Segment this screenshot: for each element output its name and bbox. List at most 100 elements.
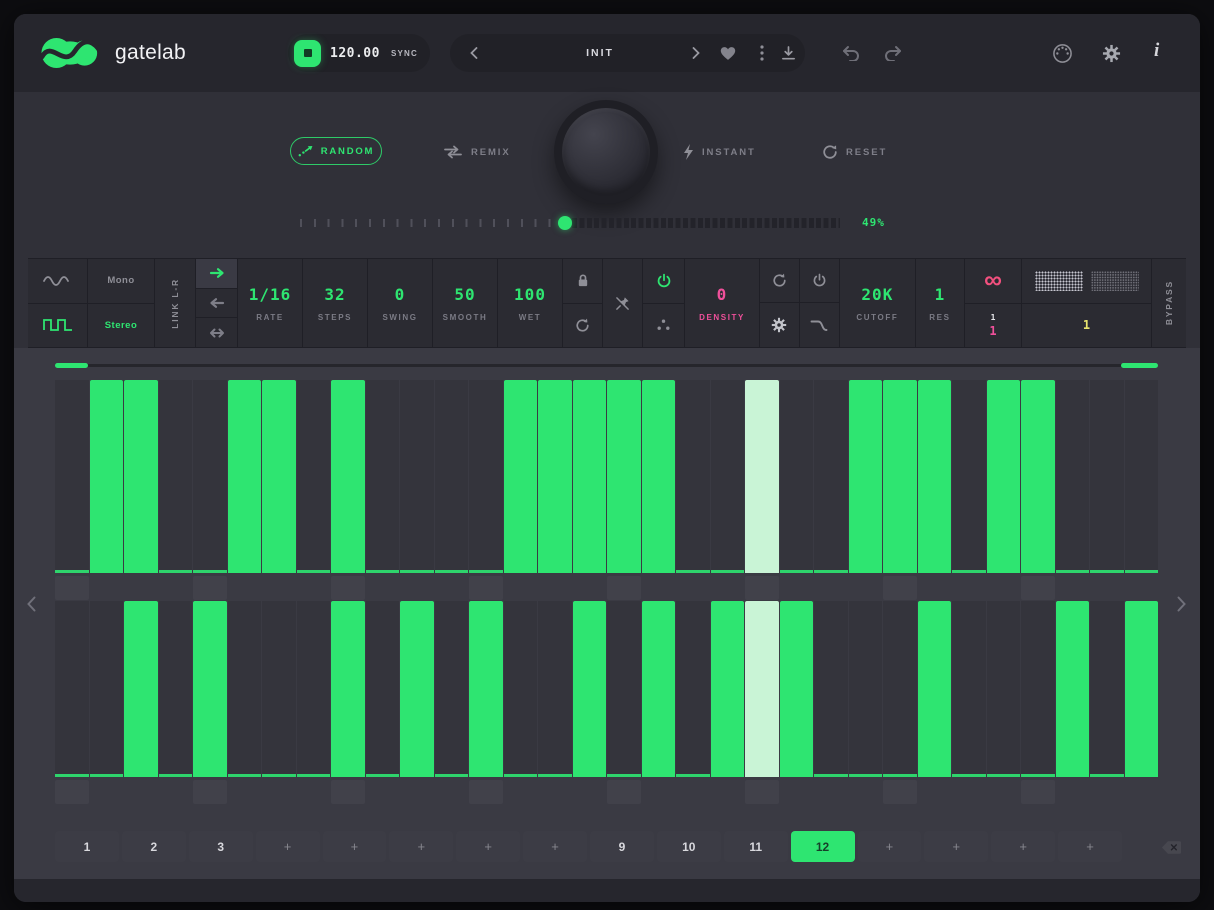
step-left-16[interactable] xyxy=(573,380,607,573)
preset-next-button[interactable] xyxy=(686,43,706,63)
preset-prev-button[interactable] xyxy=(464,43,484,63)
page-left-button[interactable] xyxy=(24,594,38,614)
beat-marker[interactable] xyxy=(55,780,89,804)
pattern-button-12[interactable]: 12 xyxy=(791,831,855,862)
pattern-button-16[interactable]: + xyxy=(1058,831,1122,862)
remix-mode-button[interactable]: REMIX xyxy=(443,143,511,161)
step-right-5[interactable] xyxy=(193,601,227,777)
beat-marker[interactable] xyxy=(469,576,503,600)
step-right-29[interactable] xyxy=(1021,601,1055,777)
play-stop-button[interactable] xyxy=(294,40,321,67)
step-right-11[interactable] xyxy=(400,601,434,777)
step-right-31[interactable] xyxy=(1090,601,1124,777)
step-left-4[interactable] xyxy=(159,380,193,573)
step-left-8[interactable] xyxy=(297,380,331,573)
beat-marker[interactable] xyxy=(607,576,641,600)
preset-name[interactable]: INIT xyxy=(510,34,690,72)
step-left-30[interactable] xyxy=(1056,380,1090,573)
pattern-button-7[interactable]: + xyxy=(456,831,520,862)
euclid-value-control[interactable]: 1 1 xyxy=(965,303,1021,348)
pattern-button-10[interactable]: 10 xyxy=(657,831,721,862)
step-left-29[interactable] xyxy=(1021,380,1055,573)
direction-forward-button[interactable] xyxy=(196,259,237,288)
step-left-2[interactable] xyxy=(90,380,124,573)
step-right-7[interactable] xyxy=(262,601,296,777)
save-preset-button[interactable] xyxy=(778,43,798,63)
step-right-13[interactable] xyxy=(469,601,503,777)
step-right-6[interactable] xyxy=(228,601,262,777)
step-right-14[interactable] xyxy=(504,601,538,777)
beat-marker[interactable] xyxy=(607,780,641,804)
noise-value-control[interactable]: 1 xyxy=(1022,303,1151,348)
mono-button[interactable]: Mono xyxy=(88,259,154,303)
trigger-cell[interactable] xyxy=(603,259,643,347)
density-power-button[interactable] xyxy=(643,259,684,303)
trigger-off-button[interactable] xyxy=(603,259,642,347)
smooth-cell[interactable]: 50 SMOOTH xyxy=(433,259,498,347)
sync-toggle[interactable]: SYNC xyxy=(391,49,418,58)
pattern-button-9[interactable]: 9 xyxy=(590,831,654,862)
pattern-button-8[interactable]: + xyxy=(523,831,587,862)
infinity-button[interactable]: ∞ xyxy=(965,259,1021,303)
settings-button[interactable] xyxy=(1102,44,1121,63)
probability-button[interactable] xyxy=(643,303,684,348)
beat-marker[interactable] xyxy=(55,576,89,600)
beat-marker[interactable] xyxy=(883,576,917,600)
reset-button[interactable]: RESET xyxy=(822,143,887,161)
step-right-9[interactable] xyxy=(331,601,365,777)
beat-marker[interactable] xyxy=(193,780,227,804)
undo-button[interactable] xyxy=(840,45,862,61)
step-right-30[interactable] xyxy=(1056,601,1090,777)
rate-cell[interactable]: 1/16 RATE xyxy=(238,259,303,347)
beat-marker[interactable] xyxy=(469,780,503,804)
step-right-32[interactable] xyxy=(1125,601,1159,777)
beat-marker[interactable] xyxy=(1021,780,1055,804)
beat-marker[interactable] xyxy=(745,780,779,804)
randomness-slider[interactable] xyxy=(300,214,840,232)
step-left-5[interactable] xyxy=(193,380,227,573)
step-right-4[interactable] xyxy=(159,601,193,777)
pattern-button-11[interactable]: 11 xyxy=(724,831,788,862)
step-left-27[interactable] xyxy=(952,380,986,573)
pattern-button-14[interactable]: + xyxy=(924,831,988,862)
step-right-19[interactable] xyxy=(676,601,710,777)
res-control[interactable]: 1 RES xyxy=(915,259,964,347)
filter-settings-button[interactable] xyxy=(760,303,800,347)
delete-pattern-button[interactable] xyxy=(1160,839,1182,855)
step-left-6[interactable] xyxy=(228,380,262,573)
step-left-25[interactable] xyxy=(883,380,917,573)
step-left-19[interactable] xyxy=(676,380,710,573)
midi-settings-button[interactable] xyxy=(1052,43,1073,64)
step-left-15[interactable] xyxy=(538,380,572,573)
step-right-18[interactable] xyxy=(642,601,676,777)
step-left-20[interactable] xyxy=(711,380,745,573)
lock-button[interactable] xyxy=(563,259,602,303)
step-left-9[interactable] xyxy=(331,380,365,573)
pattern-button-5[interactable]: + xyxy=(323,831,387,862)
bypass-cell[interactable]: BYPASS xyxy=(1152,259,1186,347)
filter-loop-button[interactable] xyxy=(760,259,800,303)
step-left-13[interactable] xyxy=(469,380,503,573)
pattern-button-2[interactable]: 2 xyxy=(122,831,186,862)
slider-thumb[interactable] xyxy=(558,216,572,230)
step-left-10[interactable] xyxy=(366,380,400,573)
step-right-3[interactable] xyxy=(124,601,158,777)
step-left-24[interactable] xyxy=(849,380,883,573)
sine-wave-button[interactable] xyxy=(28,259,87,303)
step-right-10[interactable] xyxy=(366,601,400,777)
wet-cell[interactable]: 100 WET xyxy=(498,259,563,347)
step-right-24[interactable] xyxy=(849,601,883,777)
step-right-8[interactable] xyxy=(297,601,331,777)
info-button[interactable]: i xyxy=(1154,40,1159,62)
beat-marker[interactable] xyxy=(1021,576,1055,600)
direction-reverse-button[interactable] xyxy=(196,288,237,318)
beat-marker[interactable] xyxy=(331,576,365,600)
step-left-26[interactable] xyxy=(918,380,952,573)
step-right-1[interactable] xyxy=(55,601,89,777)
step-left-3[interactable] xyxy=(124,380,158,573)
step-right-26[interactable] xyxy=(918,601,952,777)
density-cell[interactable]: 0 DENSITY xyxy=(685,259,760,347)
loop-button[interactable] xyxy=(563,303,602,348)
step-right-17[interactable] xyxy=(607,601,641,777)
noise-pattern-a-button[interactable] xyxy=(1035,271,1083,291)
